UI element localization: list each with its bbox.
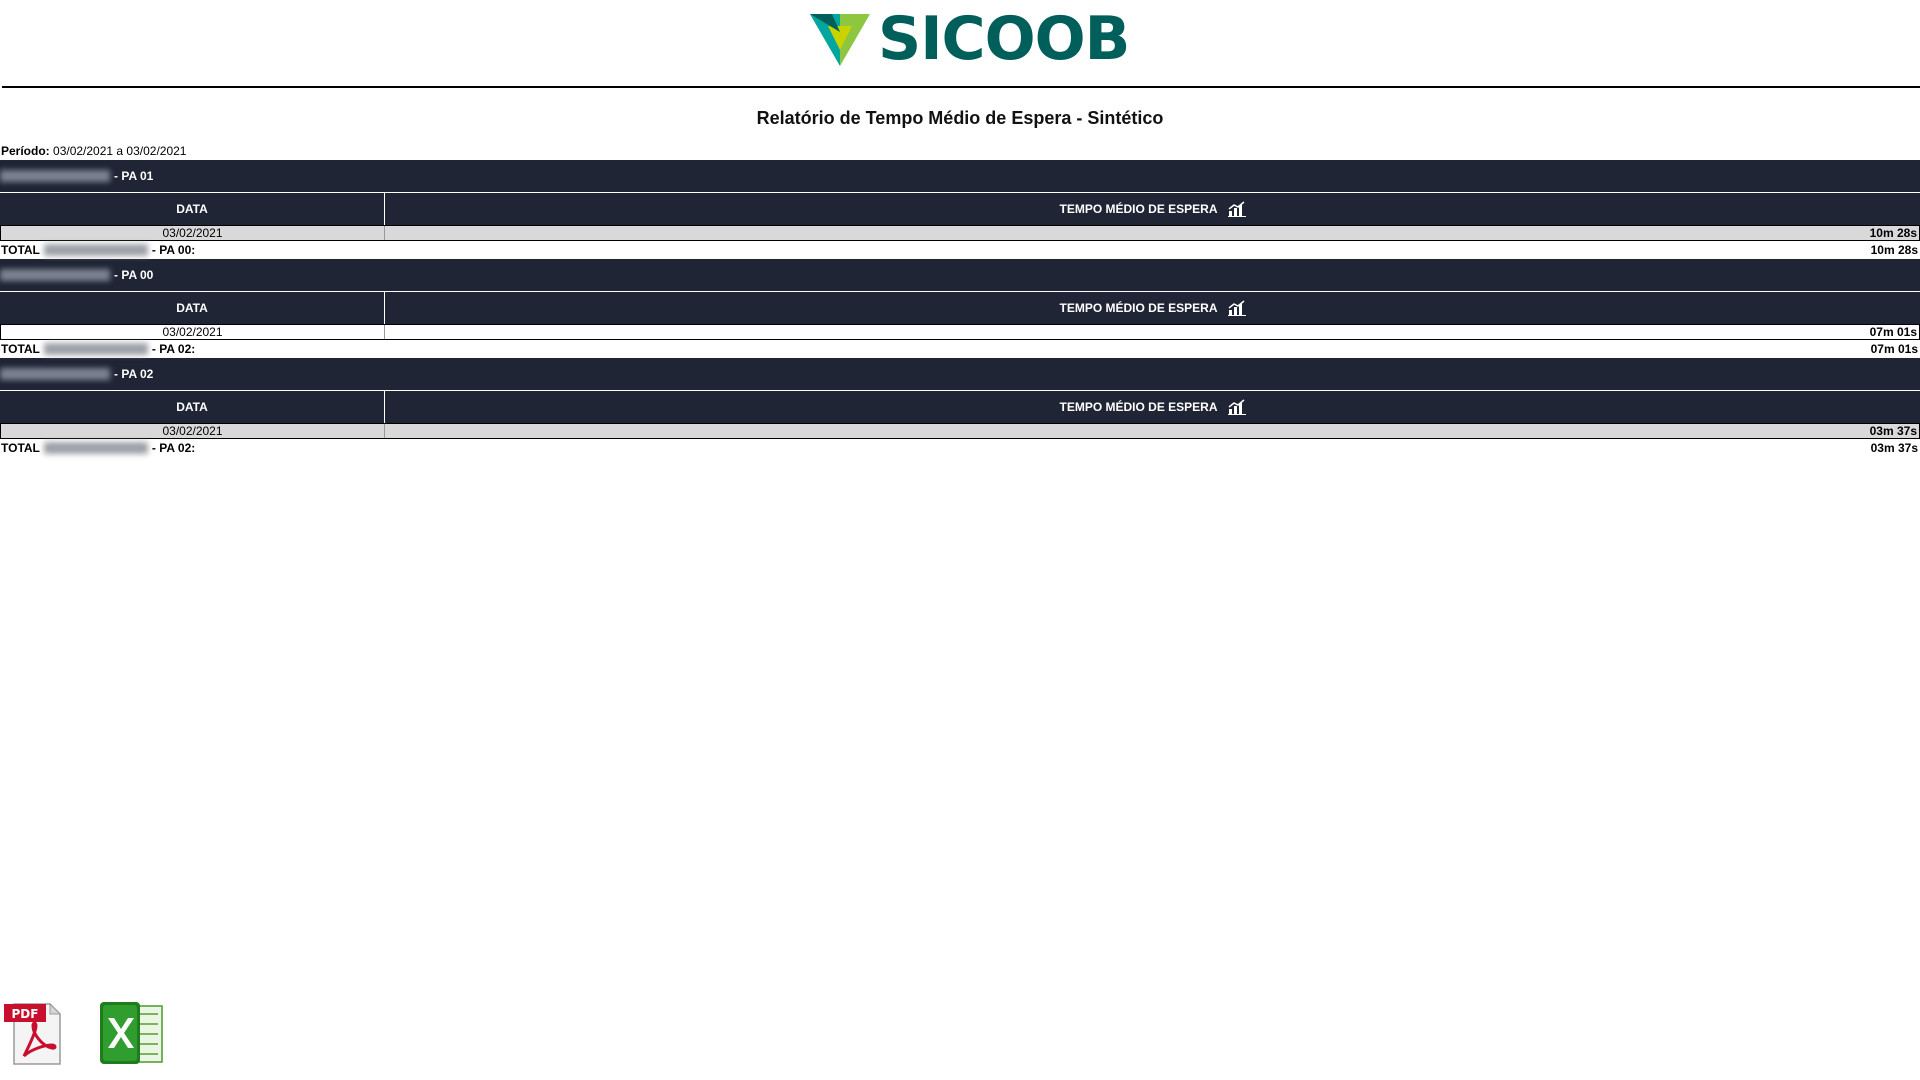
report-group: - PA 02 DATA TEMPO MÉDIO DE ESPERA 03/02… bbox=[0, 358, 1920, 457]
row-date: 03/02/2021 bbox=[1, 424, 385, 438]
total-value: 10m 28s bbox=[1870, 243, 1918, 257]
group-total: TOTAL - PA 02: 03m 37s bbox=[0, 439, 1920, 457]
column-header-tempo-label: TEMPO MÉDIO DE ESPERA bbox=[1059, 400, 1218, 414]
excel-icon[interactable] bbox=[98, 1000, 166, 1066]
redacted-name bbox=[43, 442, 148, 454]
column-header-data: DATA bbox=[0, 391, 385, 423]
redacted-name bbox=[0, 170, 110, 182]
sicoob-logo: SICOOB bbox=[810, 4, 1130, 74]
total-label: TOTAL bbox=[1, 342, 40, 356]
column-header-tempo-label: TEMPO MÉDIO DE ESPERA bbox=[1059, 301, 1218, 315]
chart-icon[interactable] bbox=[1227, 300, 1246, 316]
chart-icon[interactable] bbox=[1227, 399, 1246, 415]
redacted-name bbox=[0, 269, 110, 281]
total-value: 07m 01s bbox=[1870, 342, 1918, 356]
report-body: - PA 01 DATA TEMPO MÉDIO DE ESPERA 03/02… bbox=[0, 160, 1920, 457]
header-divider bbox=[2, 86, 1920, 88]
row-value: 07m 01s bbox=[1869, 325, 1917, 339]
group-total: TOTAL - PA 02: 07m 01s bbox=[0, 340, 1920, 358]
total-label-wrap: TOTAL - PA 02: bbox=[0, 342, 195, 356]
column-header-tempo-label: TEMPO MÉDIO DE ESPERA bbox=[1059, 202, 1218, 216]
table-row: 03/02/2021 07m 01s bbox=[0, 324, 1920, 340]
total-pa-label: - PA 02: bbox=[151, 342, 196, 356]
group-header: - PA 02 bbox=[0, 358, 1920, 391]
sicoob-logo-text: SICOOB bbox=[878, 4, 1130, 74]
column-header-data: DATA bbox=[0, 193, 385, 225]
total-value: 03m 37s bbox=[1870, 441, 1918, 455]
total-label: TOTAL bbox=[1, 441, 40, 455]
chart-icon[interactable] bbox=[1227, 201, 1246, 217]
group-pa-label: - PA 00 bbox=[114, 268, 154, 282]
period-value: 03/02/2021 a 03/02/2021 bbox=[53, 144, 187, 158]
pdf-label: PDF bbox=[12, 1007, 39, 1021]
table-header: DATA TEMPO MÉDIO DE ESPERA bbox=[0, 292, 1920, 324]
row-value: 10m 28s bbox=[1869, 226, 1917, 240]
total-label-wrap: TOTAL - PA 00: bbox=[0, 243, 195, 257]
redacted-name bbox=[43, 244, 148, 256]
period-label: Período: bbox=[1, 144, 50, 158]
total-pa-label: - PA 02: bbox=[151, 441, 196, 455]
row-date: 03/02/2021 bbox=[1, 226, 385, 240]
total-label: TOTAL bbox=[1, 243, 40, 257]
column-header-tempo: TEMPO MÉDIO DE ESPERA bbox=[385, 193, 1920, 225]
report-header: SICOOB bbox=[0, 0, 1920, 88]
group-header: - PA 00 bbox=[0, 259, 1920, 292]
redacted-name bbox=[0, 368, 110, 380]
group-header: - PA 01 bbox=[0, 160, 1920, 193]
group-total: TOTAL - PA 00: 10m 28s bbox=[0, 241, 1920, 259]
report-group: - PA 01 DATA TEMPO MÉDIO DE ESPERA 03/02… bbox=[0, 160, 1920, 259]
column-header-tempo: TEMPO MÉDIO DE ESPERA bbox=[385, 391, 1920, 423]
pdf-icon[interactable]: PDF bbox=[2, 1000, 62, 1066]
sicoob-logo-mark-icon bbox=[810, 14, 870, 66]
report-title: Relatório de Tempo Médio de Espera - Sin… bbox=[756, 108, 1164, 128]
report-group: - PA 00 DATA TEMPO MÉDIO DE ESPERA 03/02… bbox=[0, 259, 1920, 358]
column-header-data: DATA bbox=[0, 292, 385, 324]
report-period: Período: 03/02/2021 a 03/02/2021 bbox=[1, 144, 186, 158]
redacted-name bbox=[43, 343, 148, 355]
total-label-wrap: TOTAL - PA 02: bbox=[0, 441, 195, 455]
row-date: 03/02/2021 bbox=[1, 325, 385, 339]
table-header: DATA TEMPO MÉDIO DE ESPERA bbox=[0, 391, 1920, 423]
row-value: 03m 37s bbox=[1869, 424, 1917, 438]
table-row: 03/02/2021 03m 37s bbox=[0, 423, 1920, 439]
column-header-tempo: TEMPO MÉDIO DE ESPERA bbox=[385, 292, 1920, 324]
group-pa-label: - PA 01 bbox=[114, 169, 154, 183]
group-pa-label: - PA 02 bbox=[114, 367, 154, 381]
total-pa-label: - PA 00: bbox=[151, 243, 196, 257]
table-header: DATA TEMPO MÉDIO DE ESPERA bbox=[0, 193, 1920, 225]
table-row: 03/02/2021 10m 28s bbox=[0, 225, 1920, 241]
